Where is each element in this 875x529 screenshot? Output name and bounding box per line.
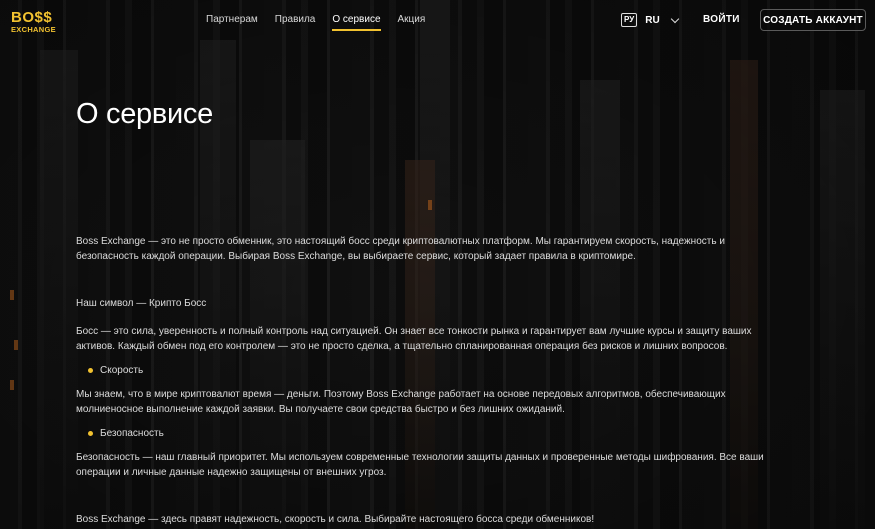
security-paragraph: Безопасность — наш главный приоритет. Мы… [76,452,764,478]
page-title: О сервисе [76,98,213,130]
logo-sub-text: EXCHANGE [11,25,56,34]
closing-paragraph: Boss Exchange — здесь правят надежность,… [76,514,595,525]
nav-item-rules[interactable]: Правила [275,14,316,25]
logo[interactable]: BO$$ EXCHANGE [11,10,61,34]
language-flag-icon: РУ [621,13,638,27]
nav-item-promo[interactable]: Акция [398,14,426,25]
nav-item-partners[interactable]: Партнерам [206,14,258,25]
main-nav: Партнерам Правила О сервисе Акция [206,14,426,31]
chevron-down-icon [670,14,679,23]
bullet-dot-icon [88,368,93,373]
language-code: RU [645,14,660,26]
intro-paragraph: Boss Exchange — это не просто обменник, … [76,236,725,262]
about-content: Boss Exchange — это не просто обменник, … [76,234,776,527]
bullet-speed-label: Скорость [100,365,144,376]
bullet-security-label: Безопасность [100,428,164,439]
boss-paragraph: Босс — это сила, уверенность и полный ко… [76,326,752,352]
language-selector[interactable]: РУ RU [621,13,679,27]
logo-main-text: BO$$ [11,9,53,26]
site-header: BO$$ EXCHANGE Партнерам Правила О сервис… [0,0,875,40]
symbol-heading: Наш символ — Крипто Босс [76,298,207,309]
speed-paragraph: Мы знаем, что в мире криптовалют время —… [76,389,726,415]
login-button[interactable]: ВОЙТИ [703,14,740,25]
bullet-security: Безопасность [88,426,776,441]
nav-item-about[interactable]: О сервисе [332,14,381,31]
bullet-dot-icon [88,431,93,436]
signup-button[interactable]: СОЗДАТЬ АККАУНТ [760,9,866,31]
bullet-speed: Скорость [88,363,776,378]
